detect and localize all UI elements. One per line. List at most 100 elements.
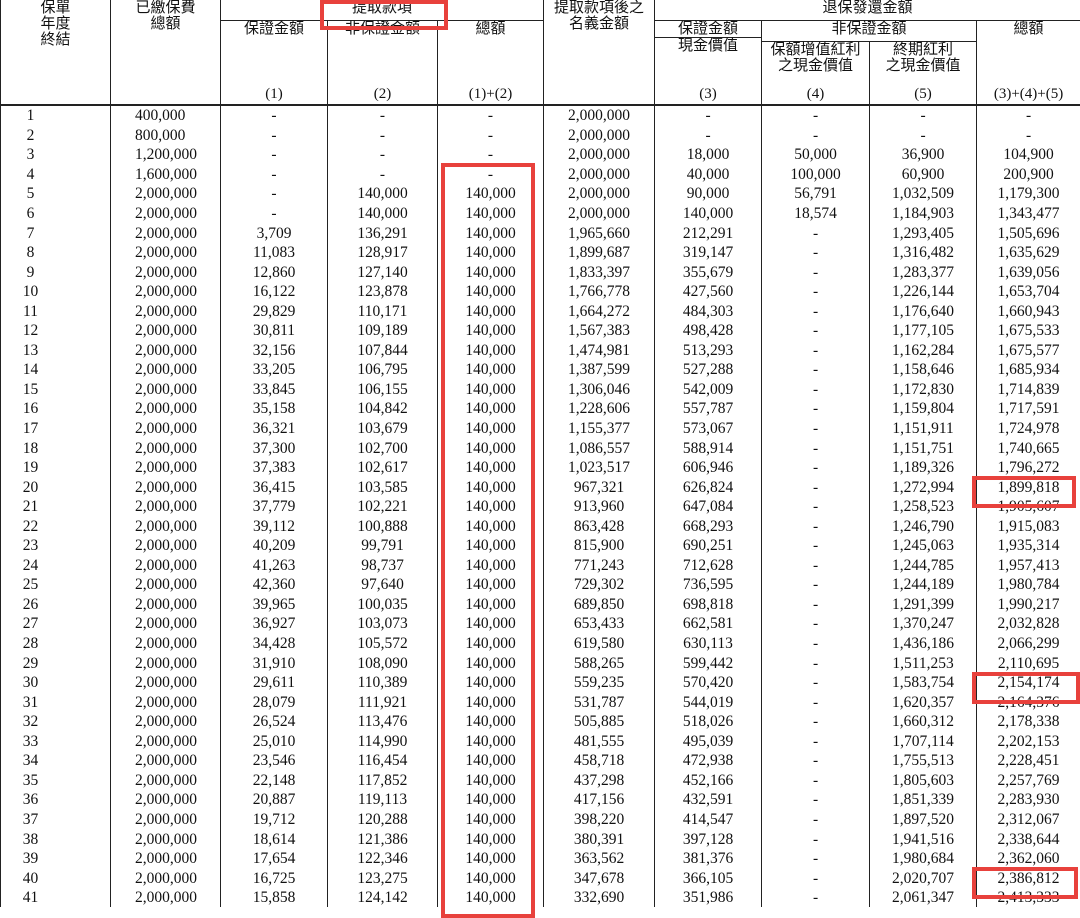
table-cell: 20,887 [221,790,328,810]
table-cell: 140,000 [438,614,544,634]
table-cell: 1,990,217 [977,595,1080,615]
table-cell: 28 [1,634,111,654]
table-row: 72,000,0003,709136,291140,0001,965,66021… [1,223,1080,243]
table-cell: 2,000,000 [544,184,655,204]
table-cell: 1,387,599 [544,360,655,380]
table-cell: 121,386 [328,829,438,849]
table-cell: 15,858 [221,888,328,908]
table-cell: - [762,105,870,126]
table-cell: - [870,126,977,146]
table-cell: 647,084 [655,497,762,517]
table-cell: 140,000 [438,184,544,204]
table-cell: 1,505,696 [977,223,1080,243]
table-cell: 800,000 [111,126,221,146]
table-cell: 2,338,644 [977,829,1080,849]
table-cell: 41,263 [221,556,328,576]
table-cell: 472,938 [655,751,762,771]
table-cell: 363,562 [544,849,655,869]
table-cell: 111,921 [328,692,438,712]
table-cell: 37,383 [221,458,328,478]
table-cell: 1,244,189 [870,575,977,595]
table-row: 52,000,000-140,000140,0002,000,00090,000… [1,184,1080,204]
table-cell: - [438,126,544,146]
table-cell: 2,000,000 [111,243,221,263]
table-cell: 1,714,839 [977,380,1080,400]
table-cell: 1,086,557 [544,438,655,458]
table-cell: - [762,634,870,654]
table-row: 122,000,00030,811109,189140,0001,567,383… [1,321,1080,341]
table-cell: 1,675,577 [977,341,1080,361]
table-cell: 22,148 [221,771,328,791]
table-cell: 815,900 [544,536,655,556]
table-cell: 140,000 [438,204,544,224]
table-cell: 35 [1,771,111,791]
table-cell: 37,300 [221,438,328,458]
table-cell: 113,476 [328,712,438,732]
table-cell: 1,905,607 [977,497,1080,517]
table-cell: 16,725 [221,868,328,888]
table-cell: - [762,497,870,517]
table-cell: 1,805,603 [870,771,977,791]
table-cell: - [762,614,870,634]
table-cell: 15 [1,380,111,400]
table-cell: 140,000 [438,595,544,615]
table-row: 152,000,00033,845106,155140,0001,306,046… [1,380,1080,400]
table-cell: 347,678 [544,868,655,888]
table-cell: 2,000,000 [111,634,221,654]
table-cell: 2,000,000 [111,204,221,224]
table-cell: 18,000 [655,145,762,165]
table-cell: 2,000,000 [111,712,221,732]
table-cell: 140,000 [438,282,544,302]
table-cell: 103,073 [328,614,438,634]
table-cell: 2,413,333 [977,888,1080,908]
table-cell: - [221,184,328,204]
table-cell: - [762,477,870,497]
table-row: 322,000,00026,524113,476140,000505,88551… [1,712,1080,732]
table-row: 182,000,00037,300102,700140,0001,086,557… [1,438,1080,458]
table-cell: 140,000 [438,849,544,869]
table-cell: 103,585 [328,477,438,497]
table-cell: - [762,692,870,712]
table-cell: 100,000 [762,165,870,185]
table-cell: 1,664,272 [544,301,655,321]
table-cell: 2,000,000 [111,477,221,497]
table-cell: 10 [1,282,111,302]
table-cell: 863,428 [544,516,655,536]
label-1: (1) [221,74,328,105]
table-cell: 140,000 [438,497,544,517]
table-cell: 1,980,784 [977,575,1080,595]
table-cell: 102,617 [328,458,438,478]
table-row: 112,000,00029,829110,171140,0001,664,272… [1,301,1080,321]
table-cell: 97,640 [328,575,438,595]
table-cell: 1,272,994 [870,477,977,497]
table-cell: 599,442 [655,653,762,673]
table-cell: 736,595 [655,575,762,595]
table-cell: 427,560 [655,282,762,302]
table-cell: 32 [1,712,111,732]
table-cell: 24 [1,556,111,576]
table-cell: 140,000 [438,419,544,439]
table-cell: 2,283,930 [977,790,1080,810]
table-cell: 140,000 [438,477,544,497]
table-cell: 1,226,144 [870,282,977,302]
table-cell: 2,000,000 [111,380,221,400]
table-cell: 26 [1,595,111,615]
table-cell: 689,850 [544,595,655,615]
table-cell: 1,162,284 [870,341,977,361]
table-cell: 128,917 [328,243,438,263]
table-cell: 1,755,513 [870,751,977,771]
table-cell: 116,454 [328,751,438,771]
table-cell: 2,000,000 [111,321,221,341]
table-row: 312,000,00028,079111,921140,000531,78754… [1,692,1080,712]
table-cell: 2,000,000 [111,262,221,282]
table-cell: 99,791 [328,536,438,556]
table-cell: 319,147 [655,243,762,263]
header-notional-after-withdrawal: 提取款項後之 名義金額 [544,0,655,74]
table-cell: 104,842 [328,399,438,419]
table-cell: 36,415 [221,477,328,497]
table-cell: - [221,105,328,126]
table-cell: 37,779 [221,497,328,517]
table-cell: 3 [1,145,111,165]
table-cell: - [762,262,870,282]
table-cell: 29 [1,653,111,673]
